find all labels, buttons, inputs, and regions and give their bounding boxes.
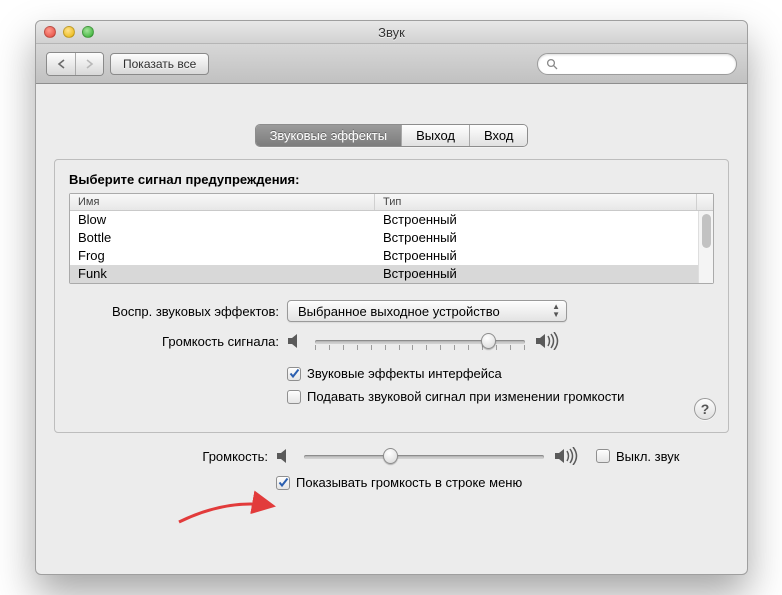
help-icon: ?	[701, 401, 710, 417]
cell-name: Blow	[70, 211, 375, 229]
play-through-label: Воспр. звуковых эффектов:	[69, 304, 287, 319]
checkbox-show-volume-menu[interactable]: Показывать громкость в строке меню	[276, 475, 522, 490]
checkbox-box	[276, 476, 290, 490]
cell-name: Frog	[70, 247, 375, 265]
row-alert-volume: Громкость сигнала:	[69, 332, 714, 350]
output-section: Громкость:	[54, 447, 729, 490]
row-output-volume: Громкость:	[58, 447, 725, 465]
cell-name: Funk	[70, 265, 375, 283]
back-button[interactable]	[47, 53, 75, 75]
table-row[interactable]: Funk Встроенный	[70, 265, 713, 283]
back-icon	[57, 59, 66, 69]
alert-volume-slider[interactable]	[315, 332, 525, 350]
forward-button[interactable]	[75, 53, 103, 75]
cell-name: Bottle	[70, 229, 375, 247]
help-button[interactable]: ?	[694, 398, 716, 420]
cell-type: Встроенный	[375, 229, 697, 247]
tab-bar: Звуковые эффекты Выход Вход	[54, 124, 729, 147]
scrollbar[interactable]	[698, 211, 713, 283]
checkbox-label: Подавать звуковой сигнал при изменении г…	[307, 389, 624, 404]
sound-effects-group: Выберите сигнал предупреждения: Имя Тип …	[54, 159, 729, 433]
play-through-value: Выбранное выходное устройство	[298, 304, 500, 319]
row-ui-sounds: Звуковые эффекты интерфейса Подавать зву…	[69, 366, 714, 404]
slider-knob[interactable]	[383, 448, 398, 464]
speaker-high-icon	[535, 332, 561, 350]
alert-sounds-table: Имя Тип Blow Встроенный Bottle Встроенны…	[69, 193, 714, 284]
cell-type: Встроенный	[375, 247, 697, 265]
checkbox-ui-sounds[interactable]: Звуковые эффекты интерфейса	[287, 366, 502, 381]
search-icon	[546, 58, 558, 70]
table-row[interactable]: Blow Встроенный	[70, 211, 713, 229]
play-through-popup[interactable]: Выбранное выходное устройство ▲▼	[287, 300, 567, 322]
slider-knob[interactable]	[481, 333, 496, 349]
checkbox-label: Звуковые эффекты интерфейса	[307, 366, 502, 381]
content: Звуковые эффекты Выход Вход Выберите сиг…	[36, 124, 747, 514]
annotation-arrow-icon	[173, 488, 283, 528]
alert-heading: Выберите сигнал предупреждения:	[69, 172, 714, 187]
show-all-button[interactable]: Показать все	[110, 53, 209, 75]
search-field[interactable]	[537, 53, 737, 75]
column-name[interactable]: Имя	[70, 194, 375, 210]
forward-icon	[85, 59, 94, 69]
scrollbar-thumb[interactable]	[702, 214, 711, 248]
tab-input[interactable]: Вход	[469, 125, 527, 146]
table-body: Blow Встроенный Bottle Встроенный Frog В…	[70, 211, 713, 283]
column-scroll	[697, 194, 713, 210]
tab-sound-effects[interactable]: Звуковые эффекты	[256, 125, 402, 146]
cell-type: Встроенный	[375, 265, 697, 283]
toolbar: Показать все	[36, 44, 747, 84]
table-row[interactable]: Bottle Встроенный	[70, 229, 713, 247]
checkbox-volume-feedback[interactable]: Подавать звуковой сигнал при изменении г…	[287, 389, 624, 404]
speaker-low-icon	[276, 448, 294, 464]
cell-type: Встроенный	[375, 211, 697, 229]
window-title: Звук	[36, 25, 747, 40]
output-volume-label: Громкость:	[58, 449, 276, 464]
spacer	[36, 84, 747, 124]
preferences-window: Звук Показать все Звуковые эффекты Выход…	[35, 20, 748, 575]
popup-arrows-icon: ▲▼	[552, 303, 560, 319]
speaker-low-icon	[287, 333, 305, 349]
checkbox-box	[287, 390, 301, 404]
search-input[interactable]	[562, 57, 728, 71]
row-show-menu: Показывать громкость в строке меню	[58, 475, 725, 490]
checkbox-label: Выкл. звук	[616, 449, 679, 464]
nav-buttons	[46, 52, 104, 76]
checkbox-box	[287, 367, 301, 381]
output-volume-slider[interactable]	[304, 447, 544, 465]
row-play-through: Воспр. звуковых эффектов: Выбранное выхо…	[69, 300, 714, 322]
checkbox-label: Показывать громкость в строке меню	[296, 475, 522, 490]
tab-output[interactable]: Выход	[401, 125, 469, 146]
table-header: Имя Тип	[70, 194, 713, 211]
checkbox-mute[interactable]: Выкл. звук	[596, 449, 679, 464]
alert-volume-label: Громкость сигнала:	[69, 334, 287, 349]
titlebar: Звук	[36, 21, 747, 44]
checkbox-box	[596, 449, 610, 463]
column-type[interactable]: Тип	[375, 194, 697, 210]
speaker-high-icon	[554, 447, 580, 465]
table-row[interactable]: Frog Встроенный	[70, 247, 713, 265]
